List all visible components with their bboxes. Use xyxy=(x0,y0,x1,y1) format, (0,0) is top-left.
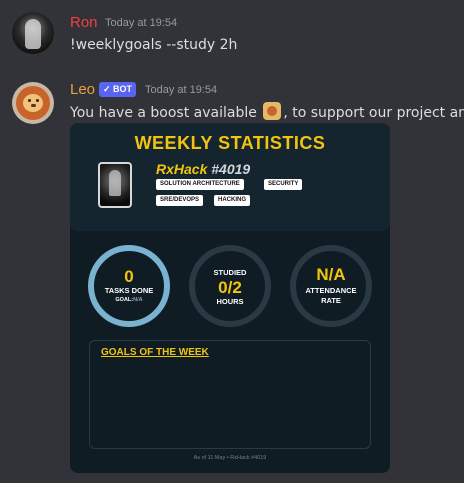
card-footer: As of 11 May • RxHack #4019 xyxy=(193,455,267,461)
user-profile-picture xyxy=(98,162,132,208)
studied-hours-ring: STUDIED 0/2 HOURS xyxy=(189,245,271,327)
lion-boost-icon xyxy=(263,102,282,120)
tasks-done-value: 0 xyxy=(124,267,134,286)
studied-label: STUDIED xyxy=(213,268,247,277)
tag-sre-devops: SRE/DEVOPS xyxy=(156,195,204,206)
message-text-ron: !weeklygoals --study 2h xyxy=(70,37,238,53)
ron-avatar[interactable] xyxy=(12,12,54,54)
message-ron: Ron Today at 19:54 !weeklygoals --study … xyxy=(0,0,464,70)
user-name-text: RxHack xyxy=(156,161,208,177)
tasks-goal: GOAL:N/A xyxy=(94,297,164,303)
weekly-stats-card: WEEKLY STATISTICS RxHack #4019 SOLUTION … xyxy=(70,123,390,473)
timestamp-ron: Today at 19:54 xyxy=(105,17,178,29)
message-text-before: You have a boost available xyxy=(70,105,257,121)
author-name-leo[interactable]: Leo xyxy=(70,81,95,98)
attendance-value: N/A xyxy=(316,265,346,284)
goals-title: GOALS OF THE WEEK xyxy=(101,347,209,358)
message-text-after: , to support our project and xyxy=(283,105,464,121)
attendance-label-line1: ATTENDANCE xyxy=(305,286,357,295)
studied-value: 0/2 xyxy=(218,278,242,297)
tag-solution-architecture: SOLUTION ARCHITECTURE xyxy=(156,179,244,190)
tasks-goal-value: N/A xyxy=(133,297,143,303)
tasks-done-ring: 0 TASKS DONE GOAL:N/A xyxy=(88,245,170,327)
user-discriminator: #4019 xyxy=(211,161,251,177)
bot-badge: ✓ BOT xyxy=(99,82,137,97)
author-name-ron[interactable]: Ron xyxy=(70,14,98,31)
card-title: WEEKLY STATISTICS xyxy=(134,133,326,153)
message-text-leo: You have a boost available , to support … xyxy=(70,102,464,121)
tasks-goal-label: GOAL: xyxy=(115,297,134,303)
studied-unit: HOURS xyxy=(216,297,244,306)
goals-of-week-box: GOALS OF THE WEEK xyxy=(89,340,371,449)
tag-security: SECURITY xyxy=(264,179,303,190)
timestamp-leo: Today at 19:54 xyxy=(145,84,218,96)
leo-avatar[interactable] xyxy=(12,82,54,124)
user-name: RxHack #4019 xyxy=(156,161,250,177)
attendance-rate-ring: N/A ATTENDANCE RATE xyxy=(290,245,372,327)
attendance-label-line2: RATE xyxy=(321,296,341,305)
card-header: WEEKLY STATISTICS RxHack #4019 SOLUTION … xyxy=(70,123,390,231)
tasks-done-label: TASKS DONE xyxy=(104,286,154,295)
tag-hacking: HACKING xyxy=(214,195,250,206)
